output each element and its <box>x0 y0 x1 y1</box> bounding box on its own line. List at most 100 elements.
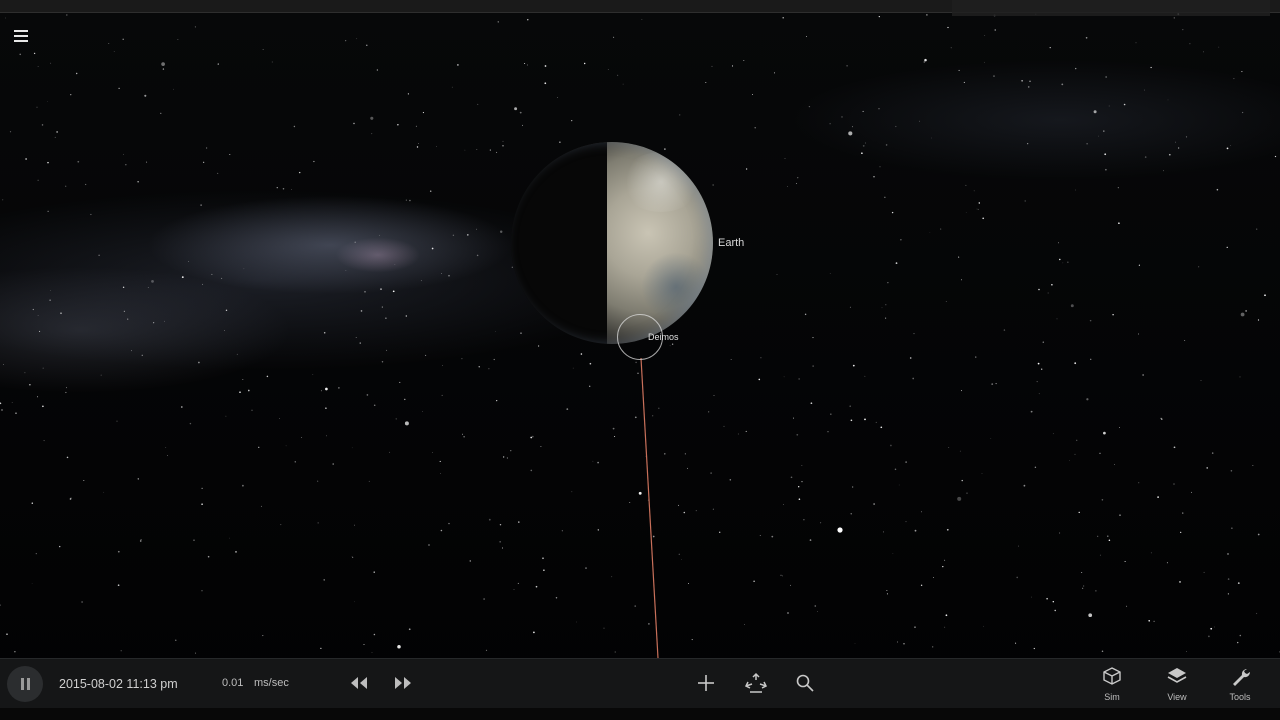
star <box>499 523 502 526</box>
star <box>409 199 411 202</box>
star <box>1086 143 1088 145</box>
star <box>958 256 960 258</box>
star <box>533 631 535 634</box>
star <box>892 553 894 555</box>
sim-button[interactable] <box>1103 667 1121 685</box>
star <box>641 19 643 21</box>
star <box>29 384 31 386</box>
star <box>1024 200 1026 202</box>
star <box>878 16 880 18</box>
star <box>1056 318 1058 320</box>
star <box>976 208 978 210</box>
star <box>1037 362 1040 365</box>
star <box>1230 470 1233 472</box>
star <box>530 469 533 472</box>
star <box>919 120 921 122</box>
star <box>262 49 264 51</box>
star <box>683 511 686 514</box>
star <box>65 14 68 16</box>
star <box>812 337 814 339</box>
star <box>1049 46 1051 49</box>
star <box>957 496 962 501</box>
add-button[interactable] <box>696 673 716 693</box>
star <box>373 633 376 636</box>
star <box>137 181 139 183</box>
rewind-button[interactable] <box>350 676 368 690</box>
star <box>773 72 776 74</box>
star <box>70 94 72 96</box>
star <box>975 356 977 358</box>
star <box>317 522 319 524</box>
star <box>1227 578 1230 580</box>
deimos-label[interactable]: Deimos <box>648 332 679 342</box>
star <box>1124 560 1126 563</box>
star <box>1095 590 1097 592</box>
hamburger-menu-icon[interactable] <box>12 27 32 45</box>
star <box>681 559 682 560</box>
earth-label[interactable]: Earth <box>718 237 744 249</box>
star <box>652 535 655 538</box>
star <box>933 577 934 579</box>
star <box>812 365 814 367</box>
star <box>905 521 907 523</box>
star <box>664 148 666 150</box>
star <box>440 473 441 474</box>
star <box>366 44 368 47</box>
star <box>994 29 996 31</box>
tools-button[interactable] <box>1231 667 1251 687</box>
star <box>167 455 168 456</box>
star <box>1119 514 1121 516</box>
move-button[interactable] <box>744 672 768 694</box>
star <box>229 153 231 156</box>
star <box>14 651 16 653</box>
star <box>617 74 619 76</box>
fast-forward-button[interactable] <box>394 676 412 690</box>
view-label[interactable]: View <box>1152 692 1202 702</box>
star <box>266 375 269 378</box>
star <box>751 93 754 96</box>
star <box>960 390 963 392</box>
star <box>429 190 432 192</box>
star <box>325 387 328 391</box>
star <box>247 389 250 392</box>
star <box>293 125 296 128</box>
star <box>519 111 522 114</box>
star <box>431 247 434 250</box>
tools-label[interactable]: Tools <box>1215 692 1265 702</box>
star <box>1239 376 1241 378</box>
star <box>381 306 383 308</box>
sim-label[interactable]: Sim <box>1087 692 1137 702</box>
view-button[interactable] <box>1167 667 1187 685</box>
star <box>544 82 547 85</box>
star <box>323 579 325 581</box>
star <box>1163 170 1164 172</box>
star <box>488 368 490 370</box>
star <box>354 524 355 526</box>
time-rate-value[interactable]: 0.01 <box>222 677 243 689</box>
star <box>584 62 586 65</box>
star <box>425 354 427 356</box>
star <box>258 446 260 448</box>
star <box>499 541 501 543</box>
star <box>712 184 714 186</box>
star <box>1023 484 1026 487</box>
star <box>1030 411 1032 413</box>
star <box>1070 304 1074 308</box>
star <box>35 553 37 555</box>
pause-button[interactable] <box>7 666 43 702</box>
star <box>1157 496 1159 498</box>
star <box>395 418 397 420</box>
star <box>118 87 120 90</box>
search-button[interactable] <box>796 674 814 692</box>
star <box>1166 562 1168 564</box>
star <box>162 68 165 70</box>
star <box>898 484 900 486</box>
sim-datetime[interactable]: 2015-08-02 11:13 pm <box>59 677 178 691</box>
star <box>820 522 822 524</box>
earth-planet[interactable] <box>511 142 713 344</box>
star <box>476 228 477 230</box>
star <box>995 383 997 385</box>
star <box>2 199 4 201</box>
star <box>1200 380 1202 382</box>
star <box>1118 426 1121 429</box>
